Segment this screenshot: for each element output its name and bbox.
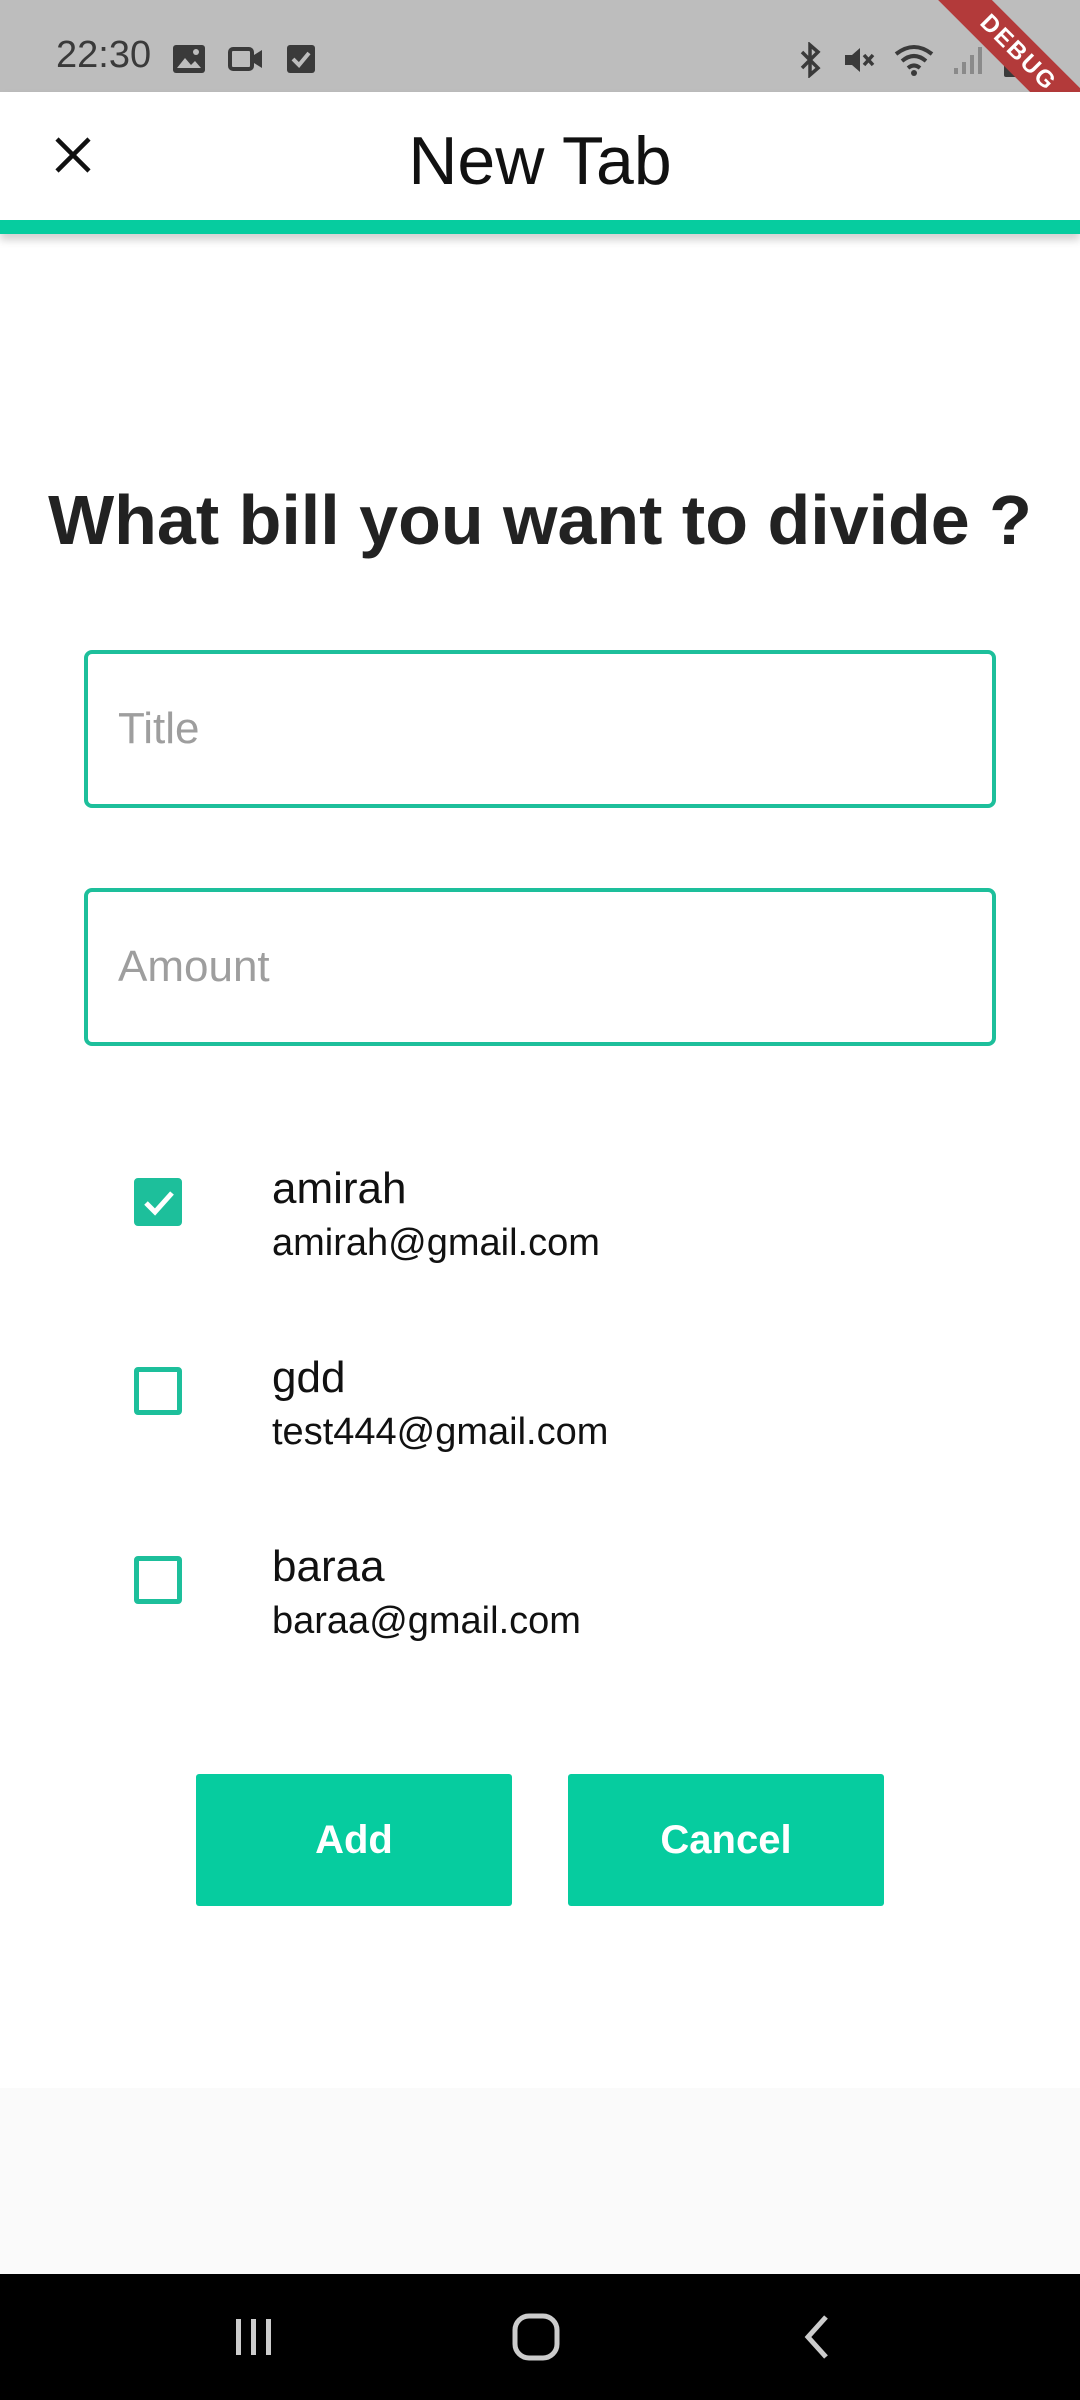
member-email: test444@gmail.com (272, 1411, 609, 1453)
status-time: 22:30 (56, 34, 152, 76)
system-nav-bar (0, 2274, 1080, 2400)
wifi-icon (894, 44, 934, 81)
back-button[interactable] (778, 2304, 858, 2374)
list-item[interactable]: gdd test444@gmail.com (0, 1331, 1080, 1471)
member-checkbox[interactable] (134, 1178, 182, 1226)
back-icon (800, 2313, 836, 2366)
amount-input[interactable] (88, 892, 992, 1042)
video-icon (228, 45, 264, 78)
image-icon (172, 44, 206, 79)
form-question: What bill you want to divide ? (48, 481, 1032, 559)
bottom-spacer (0, 2088, 1080, 2274)
recent-apps-button[interactable] (214, 2304, 294, 2374)
home-button[interactable] (496, 2304, 576, 2374)
member-email: baraa@gmail.com (272, 1600, 581, 1642)
bluetooth-icon (798, 41, 824, 83)
member-checkbox[interactable] (134, 1556, 182, 1604)
member-name: amirah (272, 1164, 407, 1213)
main-content: What bill you want to divide ? amirah am… (0, 248, 1080, 2088)
signal-icon (952, 44, 984, 81)
list-item[interactable]: baraa baraa@gmail.com (0, 1520, 1080, 1660)
member-checkbox[interactable] (134, 1367, 182, 1415)
member-name: baraa (272, 1542, 385, 1591)
recent-apps-icon (230, 2315, 278, 2364)
checkbox-notification-icon (286, 44, 316, 79)
mute-icon (842, 43, 876, 82)
member-name: gdd (272, 1353, 346, 1402)
app-bar: New Tab (0, 92, 1080, 234)
page-title: New Tab (408, 123, 672, 199)
title-input[interactable] (88, 654, 992, 804)
status-notification-icons (172, 44, 316, 79)
amount-field[interactable] (84, 888, 996, 1046)
status-bar: 22:30 DEBUG (0, 0, 1080, 152)
title-field[interactable] (84, 650, 996, 808)
list-item[interactable]: amirah amirah@gmail.com (0, 1142, 1080, 1282)
home-icon (511, 2312, 561, 2367)
add-button[interactable]: Add (196, 1774, 512, 1906)
member-email: amirah@gmail.com (272, 1222, 600, 1264)
cancel-button[interactable]: Cancel (568, 1774, 884, 1906)
